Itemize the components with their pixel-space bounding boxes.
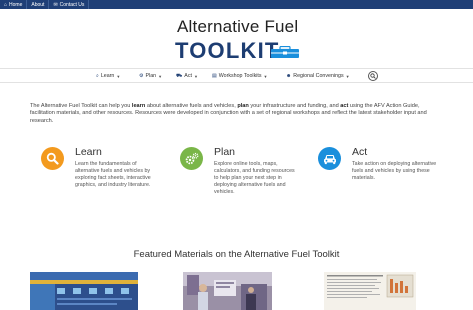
feature-learn: Learn Learn the fundamentals of alternat… [41, 146, 161, 203]
search-icon [370, 73, 376, 79]
search-button[interactable] [368, 71, 378, 81]
feature-learn-title[interactable]: Learn [75, 146, 102, 158]
nav-item-label: Regional Convenings [293, 73, 344, 79]
workshop-photo-thumbnail-image [183, 272, 272, 310]
nav-item-regional-convenings[interactable]: ☻ Regional Convenings ▼ [286, 69, 350, 83]
feature-plan-button[interactable] [180, 147, 203, 170]
featured-materials-heading: Featured Materials on the Alternative Fu… [133, 249, 340, 260]
feature-act-description: Take action on deploying alternative fue… [352, 161, 437, 182]
chevron-down-icon: ▼ [158, 73, 163, 79]
infographic-thumbnail-image [30, 272, 138, 310]
nav-item-label: Learn [100, 73, 115, 79]
nav-item-learn[interactable]: ⌕ Learn ▼ [96, 69, 120, 83]
nav-item-label: Act [184, 73, 192, 79]
logo-line2: TOOLKIT [175, 38, 280, 63]
feature-act: Act Take action on deploying alternative… [318, 146, 438, 203]
featured-material-thumbnail-3[interactable] [324, 272, 416, 310]
topbar-link-label: About [31, 1, 45, 8]
feature-learn-button[interactable] [41, 147, 64, 170]
topbar-link-contact[interactable]: ✉ Contact Us [49, 0, 90, 9]
top-utility-bar: ⌂ Home About ✉ Contact Us [0, 0, 473, 9]
car-icon [323, 154, 336, 164]
envelope-icon: ✉ [53, 1, 58, 8]
feature-plan-title[interactable]: Plan [214, 146, 235, 158]
document-thumbnail-image [324, 272, 416, 310]
car-icon: ⛟ [176, 72, 183, 79]
intro-plan-link[interactable]: plan [237, 103, 249, 109]
chevron-down-icon: ▼ [116, 73, 121, 79]
topbar-link-about[interactable]: About [27, 0, 50, 9]
logo-line1: Alternative Fuel [177, 17, 299, 36]
gears-icon [185, 152, 198, 164]
featured-material-thumbnail-1[interactable] [30, 272, 138, 310]
nav-item-workshop-toolkits[interactable]: ▤ Workshop Toolkits ▼ [212, 69, 268, 83]
search-icon [46, 152, 59, 165]
intro-learn-link[interactable]: learn [132, 103, 145, 109]
feature-learn-description: Learn the fundamentals of alternative fu… [75, 161, 151, 189]
site-logo[interactable]: Alternative Fuel TOOLKIT [174, 17, 304, 63]
topbar-link-label: Home [9, 1, 23, 8]
main-navigation: ⌕ Learn ▼ ⚙ Plan ▼ ⛟ Act ▼ ▤ Workshop To… [0, 68, 473, 83]
feature-plan-description: Explore online tools, maps, calculators,… [214, 161, 295, 196]
feature-act-title[interactable]: Act [352, 146, 367, 158]
chevron-down-icon: ▼ [345, 73, 350, 79]
feature-plan: Plan Explore online tools, maps, calcula… [180, 146, 300, 203]
search-icon: ⌕ [96, 73, 99, 79]
topbar-link-home[interactable]: ⌂ Home [0, 0, 28, 9]
featured-material-thumbnail-2[interactable] [183, 272, 272, 310]
toolbox-icon [271, 46, 299, 58]
feature-act-button[interactable] [318, 147, 341, 170]
chevron-down-icon: ▼ [193, 73, 198, 79]
home-icon: ⌂ [4, 1, 8, 8]
topbar-link-label: Contact Us [59, 1, 85, 8]
gears-icon: ⚙ [139, 73, 144, 79]
chevron-down-icon: ▼ [263, 73, 268, 79]
clipboard-icon: ▤ [212, 73, 217, 79]
nav-item-plan[interactable]: ⚙ Plan ▼ [139, 69, 162, 83]
group-icon: ☻ [286, 73, 292, 79]
nav-item-act[interactable]: ⛟ Act ▼ [176, 69, 198, 83]
nav-item-label: Plan [145, 73, 157, 79]
nav-item-label: Workshop Toolkits [218, 73, 262, 79]
intro-paragraph: The Alternative Fuel Toolkit can help yo… [30, 103, 427, 124]
